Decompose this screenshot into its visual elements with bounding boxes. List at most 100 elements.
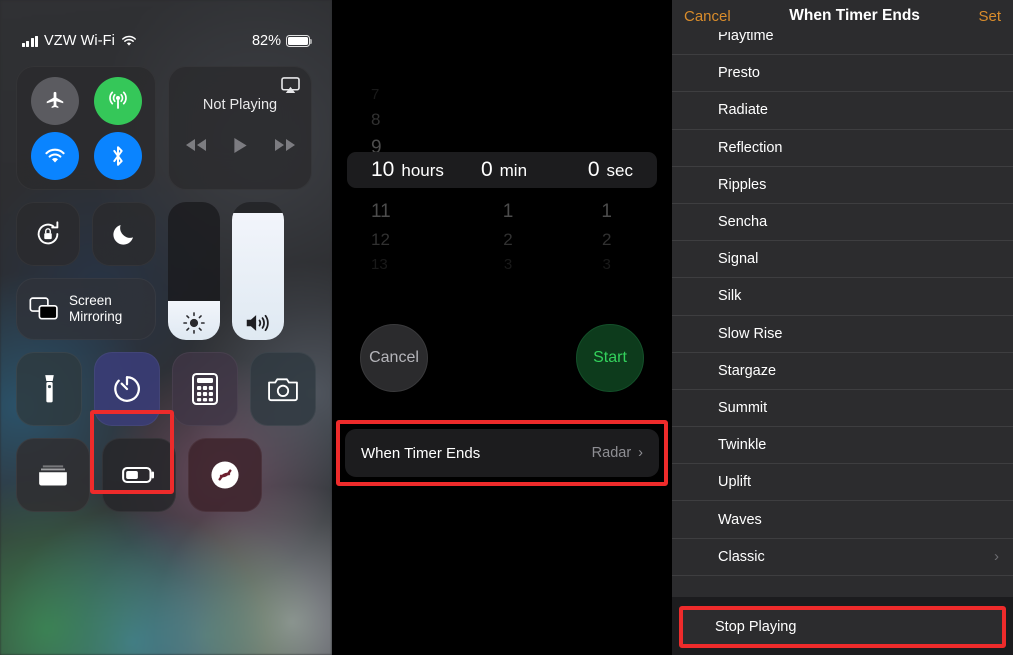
flashlight-icon <box>44 375 54 403</box>
connectivity-tile <box>16 66 156 190</box>
moon-icon <box>113 225 133 245</box>
wifi-toggle[interactable] <box>30 131 79 180</box>
sound-list-item[interactable]: Reflection <box>672 130 1013 167</box>
play-icon[interactable] <box>233 137 248 154</box>
rewind-icon[interactable] <box>185 138 207 152</box>
volume-slider[interactable] <box>232 202 284 340</box>
cellular-bars-icon <box>22 35 38 47</box>
brightness-slider[interactable] <box>168 202 220 340</box>
sound-list-item[interactable]: Sencha <box>672 204 1013 242</box>
sound-picker-header: Cancel When Timer Ends Set <box>672 0 1013 32</box>
timer-icon <box>114 376 140 402</box>
do-not-disturb-toggle[interactable] <box>92 202 156 266</box>
camera-icon <box>268 378 298 402</box>
wallet-icon <box>39 465 67 486</box>
sound-list-item-label: Radiate <box>718 102 768 119</box>
airplane-mode-toggle[interactable] <box>30 76 79 125</box>
start-button[interactable]: Start <box>576 324 644 392</box>
status-bar: VZW Wi-Fi 82% <box>16 0 316 58</box>
wallet-shortcut[interactable] <box>16 438 90 512</box>
brightness-icon <box>168 306 220 340</box>
sound-list-item[interactable]: Uplift <box>672 464 1013 502</box>
sound-list-item-label: Reflection <box>718 139 783 156</box>
shazam-shortcut[interactable] <box>188 438 262 512</box>
sound-list-item-label: Signal <box>718 251 759 268</box>
minutes-option[interactable]: 3 <box>504 254 512 276</box>
timer-action-buttons: Cancel Start <box>332 324 672 392</box>
sound-list-item[interactable]: Stargaze <box>672 353 1013 390</box>
when-timer-ends-row[interactable]: When Timer Ends Radar › <box>345 429 659 477</box>
media-playback-tile[interactable]: Not Playing <box>168 66 312 190</box>
battery-icon <box>122 466 155 484</box>
cancel-button[interactable]: Cancel <box>360 324 428 392</box>
minutes-option[interactable]: 2 <box>503 226 512 254</box>
wifi-icon <box>121 35 136 46</box>
cellular-antenna-icon <box>108 91 127 109</box>
picker-selection-row: 10 hours 0 min 0 sec <box>347 152 657 188</box>
sound-list-item-label: Uplift <box>718 474 752 491</box>
timer-panel: 7 8 9 11 12 13 1 2 3 1 2 3 10 hours 0 mi… <box>332 0 672 655</box>
shortcuts-row-1 <box>16 352 316 426</box>
shazam-icon <box>211 461 239 489</box>
selected-hours-unit: hours <box>401 161 444 180</box>
cellular-data-toggle[interactable] <box>93 76 142 125</box>
seconds-option[interactable]: 3 <box>603 254 611 276</box>
mirror-line-1: Screen <box>69 293 112 309</box>
airplane-icon <box>46 91 63 108</box>
sound-list-item[interactable]: Presto <box>672 55 1013 93</box>
volume-icon <box>232 306 284 340</box>
sound-list-item[interactable]: Summit <box>672 390 1013 428</box>
sound-list[interactable]: Playtime Presto Radiate Reflection Ripples Se… <box>672 32 1013 597</box>
cancel-button[interactable]: Cancel <box>684 8 731 25</box>
bluetooth-icon <box>112 145 123 166</box>
shortcuts-row-2 <box>16 438 316 512</box>
sound-list-item[interactable]: Slow Rise <box>672 316 1013 353</box>
sound-list-item-label: Silk <box>718 288 742 305</box>
camera-shortcut[interactable] <box>250 352 316 426</box>
calculator-icon <box>192 373 218 405</box>
airplay-icon[interactable] <box>281 77 300 99</box>
selected-seconds-unit: sec <box>606 161 633 180</box>
selected-seconds-value: 0 <box>587 158 600 181</box>
screen-mirroring-icon <box>29 297 58 320</box>
sound-list-item-label: Presto <box>718 65 760 82</box>
screen-mirroring-tile[interactable]: Screen Mirroring <box>16 278 156 340</box>
hours-option[interactable]: 13 <box>371 254 388 276</box>
chevron-right-icon: › <box>994 548 999 566</box>
bluetooth-toggle[interactable] <box>93 131 142 180</box>
stop-playing-highlight: Stop Playing <box>679 606 1006 648</box>
sound-list-item-label: Ripples <box>718 176 767 193</box>
stop-playing-row[interactable]: Stop Playing <box>683 610 1002 644</box>
when-timer-ends-value: Radar › <box>592 445 643 461</box>
selected-hours: 10 hours <box>347 158 457 182</box>
page-title: When Timer Ends <box>789 7 920 24</box>
hours-option[interactable]: 7 <box>371 84 379 106</box>
sound-list-item[interactable]: Twinkle <box>672 427 1013 465</box>
sound-list-item[interactable]: Ripples <box>672 167 1013 204</box>
sound-list-item[interactable]: Playtime <box>672 32 1013 56</box>
sound-picker-panel: Cancel When Timer Ends Set Playtime Prest… <box>672 0 1013 655</box>
seconds-option[interactable]: 2 <box>602 226 611 254</box>
seconds-option[interactable]: 1 <box>601 198 612 226</box>
sound-list-item[interactable]: Signal <box>672 241 1013 279</box>
sound-list-item-label: Classic <box>718 548 765 565</box>
sound-list-item[interactable]: Silk <box>672 278 1013 316</box>
timer-shortcut[interactable] <box>94 352 160 426</box>
battery-icon <box>286 35 313 47</box>
fast-forward-icon[interactable] <box>274 138 296 152</box>
hours-option[interactable]: 11 <box>371 198 391 226</box>
duration-picker[interactable]: 7 8 9 11 12 13 1 2 3 1 2 3 10 hours 0 mi… <box>347 0 657 276</box>
minutes-option[interactable]: 1 <box>503 198 514 226</box>
sound-list-item-label: Summit <box>718 399 768 416</box>
sound-list-item[interactable]: Waves <box>672 501 1013 539</box>
hours-option[interactable]: 12 <box>371 226 390 254</box>
sound-list-item[interactable]: Classic › <box>672 539 1013 576</box>
hours-option[interactable]: 8 <box>371 106 380 134</box>
flashlight-shortcut[interactable] <box>16 352 82 426</box>
mirror-line-2: Mirroring <box>69 309 123 324</box>
calculator-shortcut[interactable] <box>172 352 238 426</box>
low-power-shortcut[interactable] <box>102 438 176 512</box>
set-button[interactable]: Set <box>978 8 1001 25</box>
sound-list-item[interactable]: Radiate <box>672 92 1013 130</box>
rotation-lock-toggle[interactable] <box>16 202 80 266</box>
